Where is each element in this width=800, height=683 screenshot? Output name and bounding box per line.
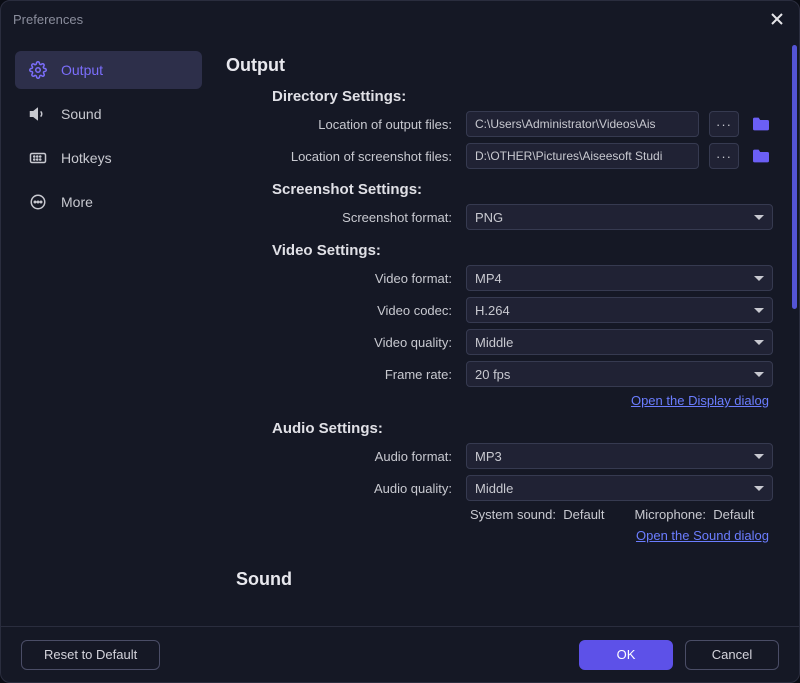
scrollbar-thumb[interactable] — [792, 45, 797, 309]
frame-rate-row: Frame rate: 20 fps — [226, 361, 773, 387]
screenshot-format-select[interactable]: PNG — [466, 204, 773, 230]
video-format-row: Video format: MP4 — [226, 265, 773, 291]
display-dialog-link-row: Open the Display dialog — [226, 393, 773, 408]
chevron-down-icon — [754, 276, 764, 281]
close-icon — [771, 13, 783, 25]
close-button[interactable] — [767, 9, 787, 29]
gear-icon — [29, 61, 47, 79]
screenshot-settings-heading: Screenshot Settings: — [272, 181, 773, 198]
audio-quality-label: Audio quality: — [226, 481, 456, 496]
screenshot-files-input[interactable]: D:\OTHER\Pictures\Aiseesoft Studi — [466, 143, 699, 169]
audio-format-value: MP3 — [475, 449, 502, 464]
video-codec-value: H.264 — [475, 303, 510, 318]
chevron-down-icon — [754, 215, 764, 220]
audio-format-select[interactable]: MP3 — [466, 443, 773, 469]
titlebar: Preferences — [1, 1, 799, 37]
scrollbar[interactable] — [792, 45, 797, 618]
microphone-status: Microphone: Default — [634, 507, 754, 522]
frame-rate-value: 20 fps — [475, 367, 510, 382]
output-files-open-folder-button[interactable] — [749, 112, 773, 136]
sound-heading: Sound — [236, 569, 773, 590]
output-files-input[interactable]: C:\Users\Administrator\Videos\Ais — [466, 111, 699, 137]
folder-icon — [751, 116, 771, 132]
body: Output Sound Hotkeys More — [1, 37, 799, 626]
screenshot-format-row: Screenshot format: PNG — [226, 204, 773, 230]
video-codec-select[interactable]: H.264 — [466, 297, 773, 323]
video-codec-row: Video codec: H.264 — [226, 297, 773, 323]
output-files-row: Location of output files: C:\Users\Admin… — [226, 111, 773, 137]
output-files-label: Location of output files: — [226, 117, 456, 132]
output-files-browse-button[interactable]: ··· — [709, 111, 739, 137]
video-quality-row: Video quality: Middle — [226, 329, 773, 355]
video-quality-label: Video quality: — [226, 335, 456, 350]
folder-icon — [751, 148, 771, 164]
window-title: Preferences — [13, 12, 83, 27]
chevron-down-icon — [754, 308, 764, 313]
sidebar-item-label: Hotkeys — [61, 150, 112, 166]
chevron-down-icon — [754, 372, 764, 377]
ok-button[interactable]: OK — [579, 640, 673, 670]
system-sound-status: System sound: Default — [470, 507, 604, 522]
screenshot-files-row: Location of screenshot files: D:\OTHER\P… — [226, 143, 773, 169]
footer-right: OK Cancel — [579, 640, 779, 670]
video-codec-label: Video codec: — [226, 303, 456, 318]
video-quality-select[interactable]: Middle — [466, 329, 773, 355]
sidebar-item-label: More — [61, 194, 93, 210]
audio-quality-value: Middle — [475, 481, 513, 496]
footer: Reset to Default OK Cancel — [1, 626, 799, 682]
more-icon — [29, 193, 47, 211]
open-sound-dialog-link[interactable]: Open the Sound dialog — [636, 528, 769, 543]
output-heading: Output — [226, 55, 773, 76]
audio-settings-heading: Audio Settings: — [272, 420, 773, 437]
audio-format-label: Audio format: — [226, 449, 456, 464]
chevron-down-icon — [754, 486, 764, 491]
reset-to-default-button[interactable]: Reset to Default — [21, 640, 160, 670]
sidebar-item-label: Output — [61, 62, 103, 78]
screenshot-format-value: PNG — [475, 210, 503, 225]
frame-rate-select[interactable]: 20 fps — [466, 361, 773, 387]
video-quality-value: Middle — [475, 335, 513, 350]
preferences-window: Preferences Output Sound — [0, 0, 800, 683]
screenshot-format-label: Screenshot format: — [226, 210, 456, 225]
screenshot-files-open-folder-button[interactable] — [749, 144, 773, 168]
speaker-icon — [29, 105, 47, 123]
sidebar: Output Sound Hotkeys More — [1, 37, 216, 626]
screenshot-files-browse-button[interactable]: ··· — [709, 143, 739, 169]
video-format-select[interactable]: MP4 — [466, 265, 773, 291]
sound-dialog-link-row: Open the Sound dialog — [226, 528, 773, 543]
open-display-dialog-link[interactable]: Open the Display dialog — [631, 393, 769, 408]
sidebar-item-output[interactable]: Output — [15, 51, 202, 89]
content-wrapper: Output Directory Settings: Location of o… — [216, 37, 799, 626]
keyboard-icon — [29, 149, 47, 167]
directory-settings-heading: Directory Settings: — [272, 88, 773, 105]
sidebar-item-sound[interactable]: Sound — [15, 95, 202, 133]
frame-rate-label: Frame rate: — [226, 367, 456, 382]
audio-quality-select[interactable]: Middle — [466, 475, 773, 501]
content: Output Directory Settings: Location of o… — [216, 37, 799, 626]
sidebar-item-more[interactable]: More — [15, 183, 202, 221]
audio-quality-row: Audio quality: Middle — [226, 475, 773, 501]
audio-device-status-row: System sound: Default Microphone: Defaul… — [470, 507, 773, 522]
screenshot-files-label: Location of screenshot files: — [226, 149, 456, 164]
sidebar-item-hotkeys[interactable]: Hotkeys — [15, 139, 202, 177]
cancel-button[interactable]: Cancel — [685, 640, 779, 670]
sidebar-item-label: Sound — [61, 106, 101, 122]
video-settings-heading: Video Settings: — [272, 242, 773, 259]
video-format-label: Video format: — [226, 271, 456, 286]
chevron-down-icon — [754, 454, 764, 459]
video-format-value: MP4 — [475, 271, 502, 286]
audio-format-row: Audio format: MP3 — [226, 443, 773, 469]
chevron-down-icon — [754, 340, 764, 345]
